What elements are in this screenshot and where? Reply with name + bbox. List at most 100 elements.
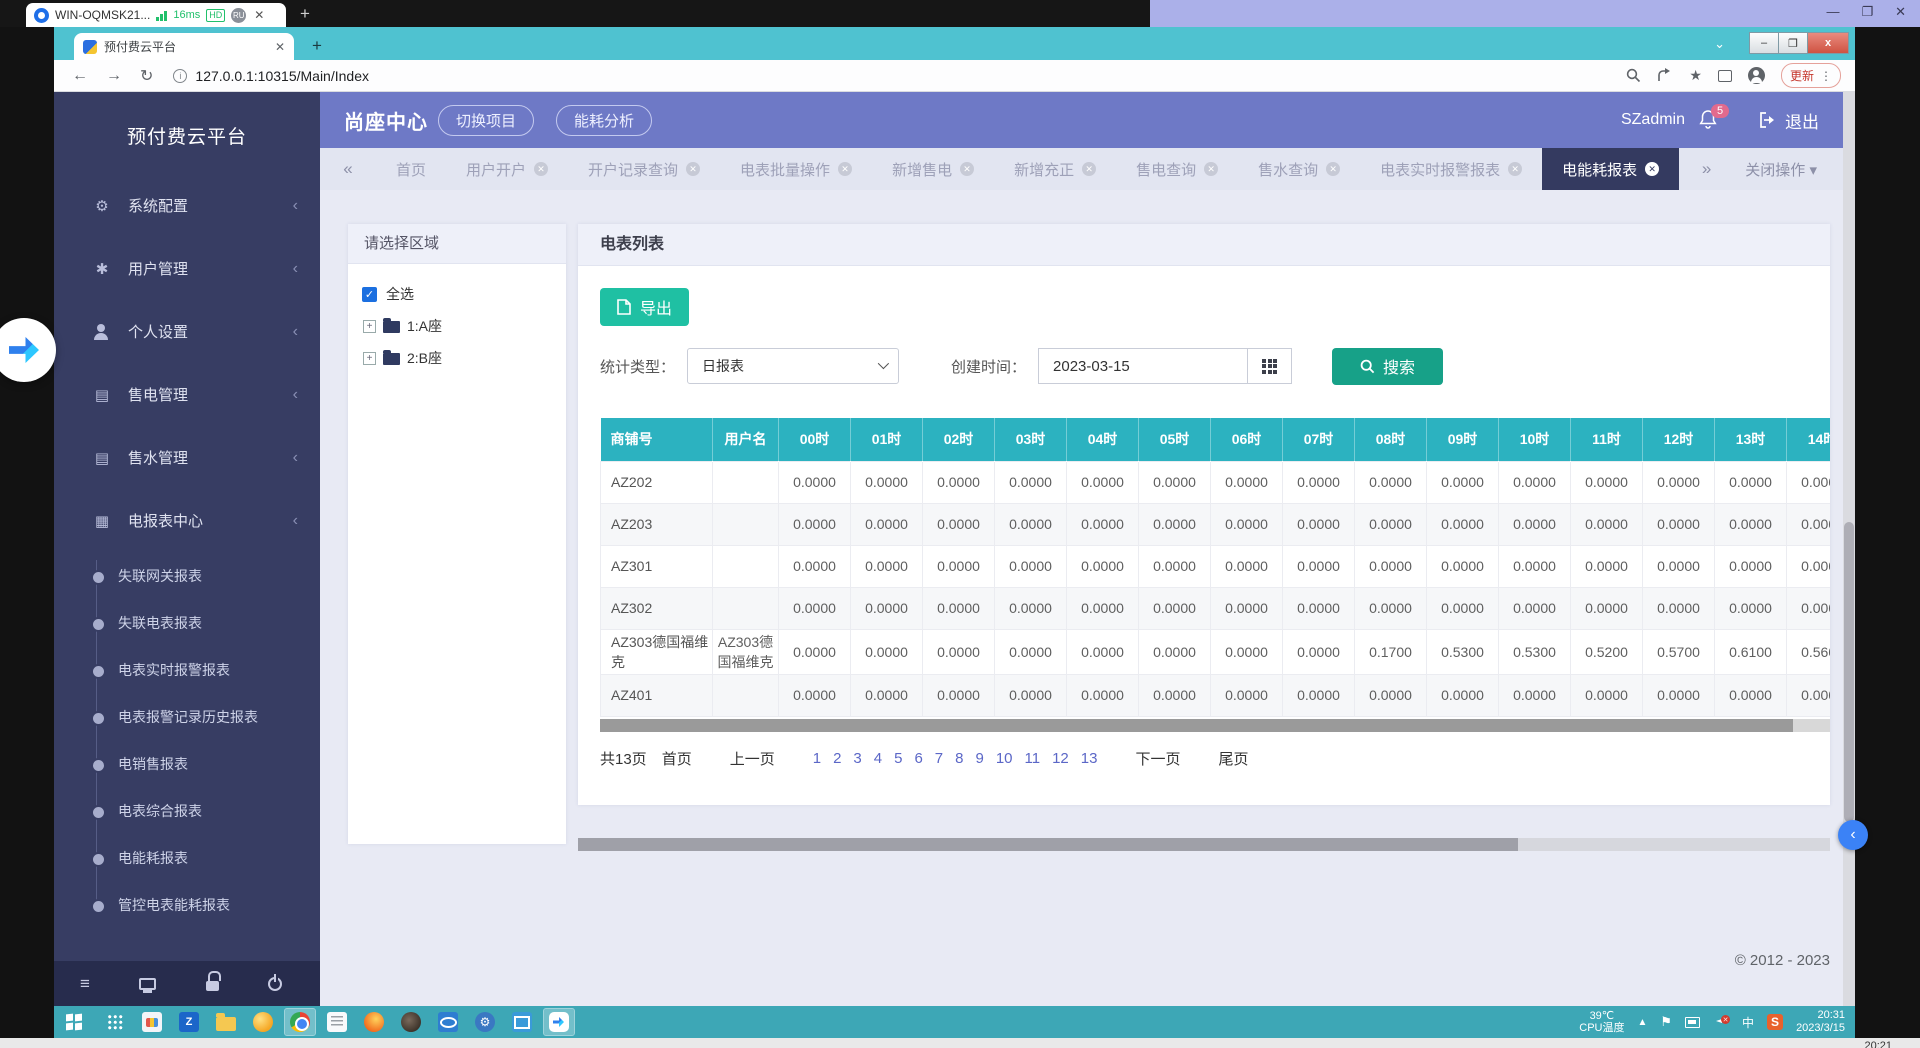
tab-close-icon[interactable]: ✕ bbox=[1326, 162, 1340, 176]
taskbar-grid-dots-icon[interactable] bbox=[100, 1009, 130, 1035]
sidebar-subitem[interactable]: 管控电表能耗报表 bbox=[54, 881, 320, 928]
page-link[interactable]: 11 bbox=[1025, 750, 1041, 767]
open-tab[interactable]: 首页 bbox=[376, 148, 446, 190]
collapse-panel-chevron-button[interactable]: ‹ bbox=[1838, 820, 1868, 850]
power-icon[interactable] bbox=[268, 977, 282, 991]
side-panel-icon[interactable] bbox=[1718, 70, 1732, 82]
sidebar-item-gear[interactable]: ⚙系统配置‹ bbox=[54, 174, 320, 237]
tab-close-icon[interactable]: ✕ bbox=[1508, 162, 1522, 176]
back-icon[interactable]: ← bbox=[72, 67, 88, 85]
content-horizontal-scrollbar[interactable] bbox=[578, 838, 1830, 851]
sidebar-subitem[interactable]: 失联电表报表 bbox=[54, 599, 320, 646]
tab-close-icon[interactable]: ✕ bbox=[838, 162, 852, 176]
toolbar-collapse-icon[interactable]: ⌄ bbox=[1714, 36, 1725, 52]
page-link[interactable]: 10 bbox=[996, 750, 1013, 767]
url-field[interactable]: i 127.0.0.1:10315/Main/Index bbox=[173, 68, 1626, 84]
open-tab[interactable]: 用户开户✕ bbox=[446, 148, 568, 190]
window-minimize-button[interactable]: – bbox=[1749, 32, 1779, 54]
remote-session-tab[interactable]: WIN-OQMSK21... 16ms HD RU ✕ bbox=[26, 3, 286, 27]
page-link[interactable]: 9 bbox=[975, 750, 983, 767]
hamburger-icon[interactable]: ≡ bbox=[80, 974, 90, 994]
host-minimize-button[interactable]: — bbox=[1826, 4, 1839, 20]
sidebar-item-grid[interactable]: ▦电报表中心‹ bbox=[54, 489, 320, 552]
new-tab-button[interactable]: + bbox=[312, 36, 322, 56]
open-tab[interactable]: 电表实时报警报表✕ bbox=[1360, 148, 1542, 190]
taskbar-paint-icon[interactable] bbox=[137, 1009, 167, 1035]
open-tab[interactable]: 开户记录查询✕ bbox=[568, 148, 720, 190]
taskbar-folder-icon[interactable] bbox=[211, 1009, 241, 1035]
sidebar-item-cards[interactable]: ▤售水管理‹ bbox=[54, 426, 320, 489]
date-input[interactable]: 2023-03-15 bbox=[1038, 348, 1248, 384]
sidebar-subitem[interactable]: 失联网关报表 bbox=[54, 552, 320, 599]
sidebar-subitem[interactable]: 电表综合报表 bbox=[54, 787, 320, 834]
open-tab[interactable]: 新增充正✕ bbox=[994, 148, 1116, 190]
page-link[interactable]: 3 bbox=[853, 750, 861, 767]
taskbar-notepad-icon[interactable] bbox=[322, 1009, 352, 1035]
next-page-link[interactable]: 下一页 bbox=[1135, 748, 1180, 769]
export-button[interactable]: 导出 bbox=[600, 288, 689, 326]
close-session-icon[interactable]: ✕ bbox=[254, 8, 264, 22]
taskbar-todesk-icon[interactable] bbox=[544, 1009, 574, 1035]
sidebar-subitem[interactable]: 电能耗报表 bbox=[54, 834, 320, 881]
monitor-icon[interactable] bbox=[139, 978, 156, 990]
stat-type-select[interactable]: 日报表 bbox=[687, 348, 899, 384]
select-all-checkbox[interactable]: ✓ bbox=[362, 287, 377, 302]
page-link[interactable]: 1 bbox=[813, 750, 821, 767]
search-icon[interactable] bbox=[1626, 68, 1641, 83]
first-page-link[interactable]: 首页 bbox=[662, 748, 692, 769]
page-link[interactable]: 12 bbox=[1052, 750, 1069, 767]
table-horizontal-scrollbar[interactable] bbox=[600, 719, 1830, 732]
page-link[interactable]: 5 bbox=[894, 750, 902, 767]
host-maximize-button[interactable]: ❐ bbox=[1861, 4, 1873, 20]
lock-icon[interactable] bbox=[206, 976, 219, 991]
page-link[interactable]: 2 bbox=[833, 750, 841, 767]
switch-project-button[interactable]: 切换项目 bbox=[438, 105, 534, 136]
taskbar-clock[interactable]: 20:312023/3/15 bbox=[1796, 1009, 1845, 1035]
tabs-scroll-left-icon[interactable]: « bbox=[320, 148, 376, 190]
taskbar-ie-icon[interactable] bbox=[433, 1009, 463, 1035]
sidebar-item-user[interactable]: 个人设置‹ bbox=[54, 300, 320, 363]
network-icon[interactable] bbox=[1685, 1017, 1700, 1028]
remote-tool-floating-ball[interactable] bbox=[0, 318, 56, 382]
taskbar-chrome-icon[interactable] bbox=[285, 1009, 315, 1035]
page-link[interactable]: 13 bbox=[1081, 750, 1098, 767]
sogou-input-icon[interactable]: S bbox=[1767, 1014, 1783, 1030]
page-link[interactable]: 6 bbox=[914, 750, 922, 767]
profile-avatar-icon[interactable] bbox=[1748, 67, 1765, 84]
search-button[interactable]: 搜索 bbox=[1332, 348, 1443, 385]
browser-menu-icon[interactable]: ⋮ bbox=[1820, 69, 1832, 83]
tab-close-icon[interactable]: ✕ bbox=[275, 40, 285, 54]
tab-close-icon[interactable]: ✕ bbox=[686, 162, 700, 176]
action-center-flag-icon[interactable]: ⚑ bbox=[1660, 1014, 1672, 1030]
sidebar-subitem[interactable]: 电表报警记录历史报表 bbox=[54, 693, 320, 740]
taskbar-dark-app-icon[interactable] bbox=[396, 1009, 426, 1035]
browser-tab[interactable]: 预付费云平台 ✕ bbox=[74, 33, 294, 60]
tab-close-icon[interactable]: ✕ bbox=[534, 162, 548, 176]
notifications-bell-icon[interactable]: 5 bbox=[1699, 110, 1719, 130]
tree-node[interactable]: +2:B座 bbox=[362, 348, 552, 368]
sidebar-subitem[interactable]: 电销售报表 bbox=[54, 740, 320, 787]
taskbar-window-app-icon[interactable] bbox=[507, 1009, 537, 1035]
scrollbar-thumb[interactable] bbox=[600, 719, 1793, 732]
open-tab[interactable]: 售电查询✕ bbox=[1116, 148, 1238, 190]
page-link[interactable]: 4 bbox=[874, 750, 882, 767]
taskbar-putty-icon[interactable]: Z bbox=[174, 1009, 204, 1035]
taskbar-yellow-browser-icon[interactable] bbox=[248, 1009, 278, 1035]
taskbar-settings-icon[interactable]: ⚙ bbox=[470, 1009, 500, 1035]
forward-icon[interactable]: → bbox=[106, 67, 122, 85]
start-button[interactable] bbox=[54, 1006, 94, 1038]
tree-node[interactable]: +1:A座 bbox=[362, 316, 552, 336]
bookmark-star-icon[interactable]: ★ bbox=[1689, 67, 1702, 84]
sidebar-subitem[interactable]: 电表实时报警报表 bbox=[54, 646, 320, 693]
open-tab[interactable]: 电表批量操作✕ bbox=[720, 148, 872, 190]
tabs-scroll-right-icon[interactable]: » bbox=[1702, 159, 1711, 179]
energy-analysis-button[interactable]: 能耗分析 bbox=[556, 105, 652, 136]
site-info-icon[interactable]: i bbox=[173, 69, 187, 83]
tab-close-icon[interactable]: ✕ bbox=[1204, 162, 1218, 176]
tab-close-icon[interactable]: ✕ bbox=[960, 162, 974, 176]
window-maximize-button[interactable]: ❐ bbox=[1778, 32, 1808, 54]
taskbar-firefox-icon[interactable] bbox=[359, 1009, 389, 1035]
muted-speaker-icon[interactable] bbox=[1713, 1016, 1729, 1028]
reload-icon[interactable]: ↻ bbox=[140, 66, 153, 86]
window-close-button[interactable]: x bbox=[1807, 32, 1849, 54]
